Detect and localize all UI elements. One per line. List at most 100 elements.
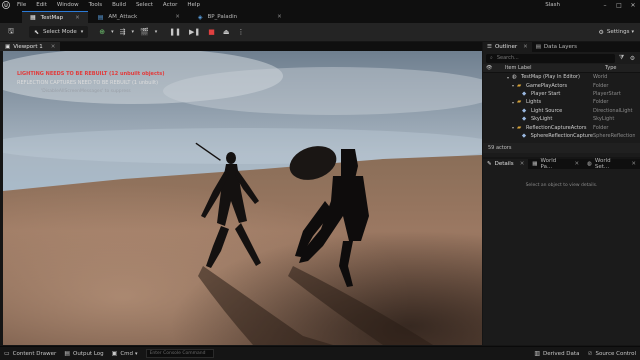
close-icon[interactable]: ✕ [626, 0, 640, 10]
eject-icon[interactable]: ⏏ [220, 26, 233, 38]
step-icon[interactable]: ▶❚ [186, 26, 203, 38]
details-tabs: ✎ Details ✕ ▦ World Pa... ✕ ◍ World Set.… [483, 158, 640, 170]
source-control-icon: ⊘ [587, 350, 593, 357]
level-viewport[interactable]: LIGHTING NEEDS TO BE REBUILT (12 unbuilt… [3, 51, 482, 345]
select-mode-icon: ⬉ [33, 28, 39, 36]
reflection-warning: REFLECTION CAPTURES NEED TO BE REBUILT (… [17, 80, 159, 86]
row-label: Light Source [531, 107, 563, 114]
viewport-icon: ▣ [5, 43, 11, 50]
maximize-icon[interactable]: □ [612, 0, 626, 10]
filter-icon[interactable]: ⧩ [617, 54, 626, 62]
tab-world-partition[interactable]: ▦ World Pa... ✕ [528, 158, 583, 170]
content-drawer-button[interactable]: ▭ Content Drawer [4, 350, 56, 357]
row-label: TestMap (Play In Editor) [521, 74, 580, 81]
search-icon: ⌕ [490, 55, 493, 61]
outliner-icon: ☰ [487, 44, 492, 50]
chevron-down-icon[interactable]: ▾ [108, 26, 117, 38]
chevron-down-icon: ▾ [631, 29, 634, 35]
row-type: Folder [593, 99, 609, 106]
outliner-row[interactable]: ▾ ▰ GamePlayActors Folder [483, 81, 640, 89]
scene-render [3, 51, 482, 345]
add-actor-icon[interactable]: ⊕ [96, 26, 108, 38]
source-control-button[interactable]: ⊘ Source Control [587, 350, 636, 357]
world-partition-icon: ▦ [532, 161, 538, 167]
blueprint-menu-icon[interactable]: ⇶ [117, 26, 129, 38]
save-icon[interactable]: 🖫 [5, 26, 17, 38]
outliner-row[interactable]: ▾ ▰ Lights Folder [483, 98, 640, 106]
main-toolbar: 🖫 ⬉ Select Mode ▾ ⊕ ▾ ⇶ ▾ 🎬 ▾ ❚❚ ▶❚ ■ ⏏ … [0, 23, 640, 41]
folder-icon: ▰ [517, 124, 522, 131]
menu-window[interactable]: Window [52, 2, 84, 8]
menu-actor[interactable]: Actor [158, 2, 182, 8]
stop-icon[interactable]: ■ [205, 26, 218, 38]
outliner-row[interactable]: ◆ SphereReflectionCapture SphereReflection… [483, 132, 640, 140]
actor-icon: ◆ [521, 132, 527, 139]
gear-icon[interactable]: ⚙ [628, 55, 637, 62]
row-type: SphereReflectionCapture [593, 132, 635, 139]
close-icon[interactable]: ✕ [520, 161, 525, 167]
tab-testmap[interactable]: ▦ TestMap ✕ [22, 11, 88, 23]
menu-file[interactable]: File [12, 2, 31, 8]
close-icon[interactable]: ✕ [75, 15, 80, 21]
tab-world-settings[interactable]: ◍ World Set... ✕ [583, 158, 640, 170]
minimize-icon[interactable]: – [598, 0, 612, 10]
cinematics-icon[interactable]: 🎬 [137, 26, 152, 38]
col-item-label[interactable]: Item Label [491, 65, 601, 71]
output-log-button[interactable]: ▤ Output Log [64, 350, 103, 357]
outliner-search-input[interactable]: ⌕ Search... [486, 53, 615, 63]
tab-am-attack[interactable]: ▤ AM_Attack ✕ [90, 11, 188, 23]
outliner-row[interactable]: ◆ Light Source DirectionalLight [483, 107, 640, 115]
tab-bp-paladin[interactable]: ◈ BP_Paladin ✕ [190, 11, 290, 23]
row-type: Folder [593, 82, 609, 89]
blueprint-icon: ◈ [197, 13, 203, 21]
tab-details[interactable]: ✎ Details ✕ [483, 159, 529, 169]
settings-button[interactable]: ⚙ Settings ▾ [599, 29, 634, 36]
close-icon[interactable]: ✕ [523, 44, 528, 50]
outliner-row[interactable]: ▾ ◍ TestMap (Play In Editor) World [483, 73, 640, 81]
tab-data-layers[interactable]: ▤ Data Layers [532, 42, 581, 52]
pause-icon[interactable]: ❚❚ [166, 26, 184, 38]
unreal-logo-icon[interactable] [0, 0, 12, 10]
row-label: GamePlayActors [526, 82, 568, 89]
terminal-icon: ▣ [111, 350, 118, 357]
select-mode-dropdown[interactable]: ⬉ Select Mode ▾ [28, 26, 89, 38]
row-label: ReflectionCaptureActors [526, 124, 587, 131]
visibility-icon[interactable]: 👁 [483, 65, 492, 71]
row-type: SkyLight [593, 116, 615, 123]
close-icon[interactable]: ✕ [574, 161, 579, 167]
col-type[interactable]: Type [601, 65, 616, 71]
derived-data-button[interactable]: ▥ Derived Data [534, 350, 579, 357]
outliner-search-row: ⌕ Search... ⧩ ⚙ [483, 52, 640, 64]
actor-count: 59 actors [483, 143, 640, 154]
menu-select[interactable]: Select [131, 2, 158, 8]
tab-outliner[interactable]: ☰ Outliner ✕ [483, 42, 532, 52]
close-icon[interactable]: ✕ [631, 161, 636, 167]
chevron-down-icon[interactable]: ▾ [128, 26, 137, 38]
actor-icon: ◆ [522, 116, 527, 123]
close-icon[interactable]: ✕ [51, 44, 56, 50]
more-options-icon[interactable]: ⋮ [234, 26, 247, 38]
menu-bar: File Edit Window Tools Build Select Acto… [0, 0, 640, 10]
folder-icon: ▰ [517, 99, 522, 106]
menu-tools[interactable]: Tools [84, 2, 108, 8]
outliner-panel: ☰ Outliner ✕ ▤ Data Layers ⌕ Search... ⧩… [483, 42, 640, 157]
chevron-down-icon[interactable]: ▾ [152, 26, 161, 38]
gear-icon: ⚙ [598, 28, 604, 36]
close-icon[interactable]: ✕ [277, 14, 282, 20]
details-empty-message: Select an object to view details. [525, 183, 598, 188]
tab-viewport-1[interactable]: ▣ Viewport 1 ✕ [0, 42, 61, 51]
row-type: DirectionalLight [593, 107, 633, 114]
menu-edit[interactable]: Edit [31, 2, 52, 8]
output-log-icon: ▤ [64, 350, 70, 357]
row-type: PlayerStart [593, 90, 621, 97]
cmd-dropdown[interactable]: ▣ Cmd ▾ [112, 350, 138, 357]
row-label: SkyLight [531, 116, 553, 123]
outliner-row[interactable]: ◆ SkyLight SkyLight [483, 115, 640, 123]
menu-help[interactable]: Help [182, 2, 205, 8]
close-icon[interactable]: ✕ [175, 14, 180, 20]
outliner-row[interactable]: ▾ ▰ ReflectionCaptureActors Folder [483, 123, 640, 131]
outliner-row[interactable]: ◆ Player Start PlayerStart [483, 90, 640, 98]
menu-build[interactable]: Build [107, 2, 131, 8]
create-group: ⊕ ▾ ⇶ ▾ 🎬 ▾ [96, 26, 160, 38]
console-command-input[interactable]: Enter Console Command [145, 349, 214, 358]
